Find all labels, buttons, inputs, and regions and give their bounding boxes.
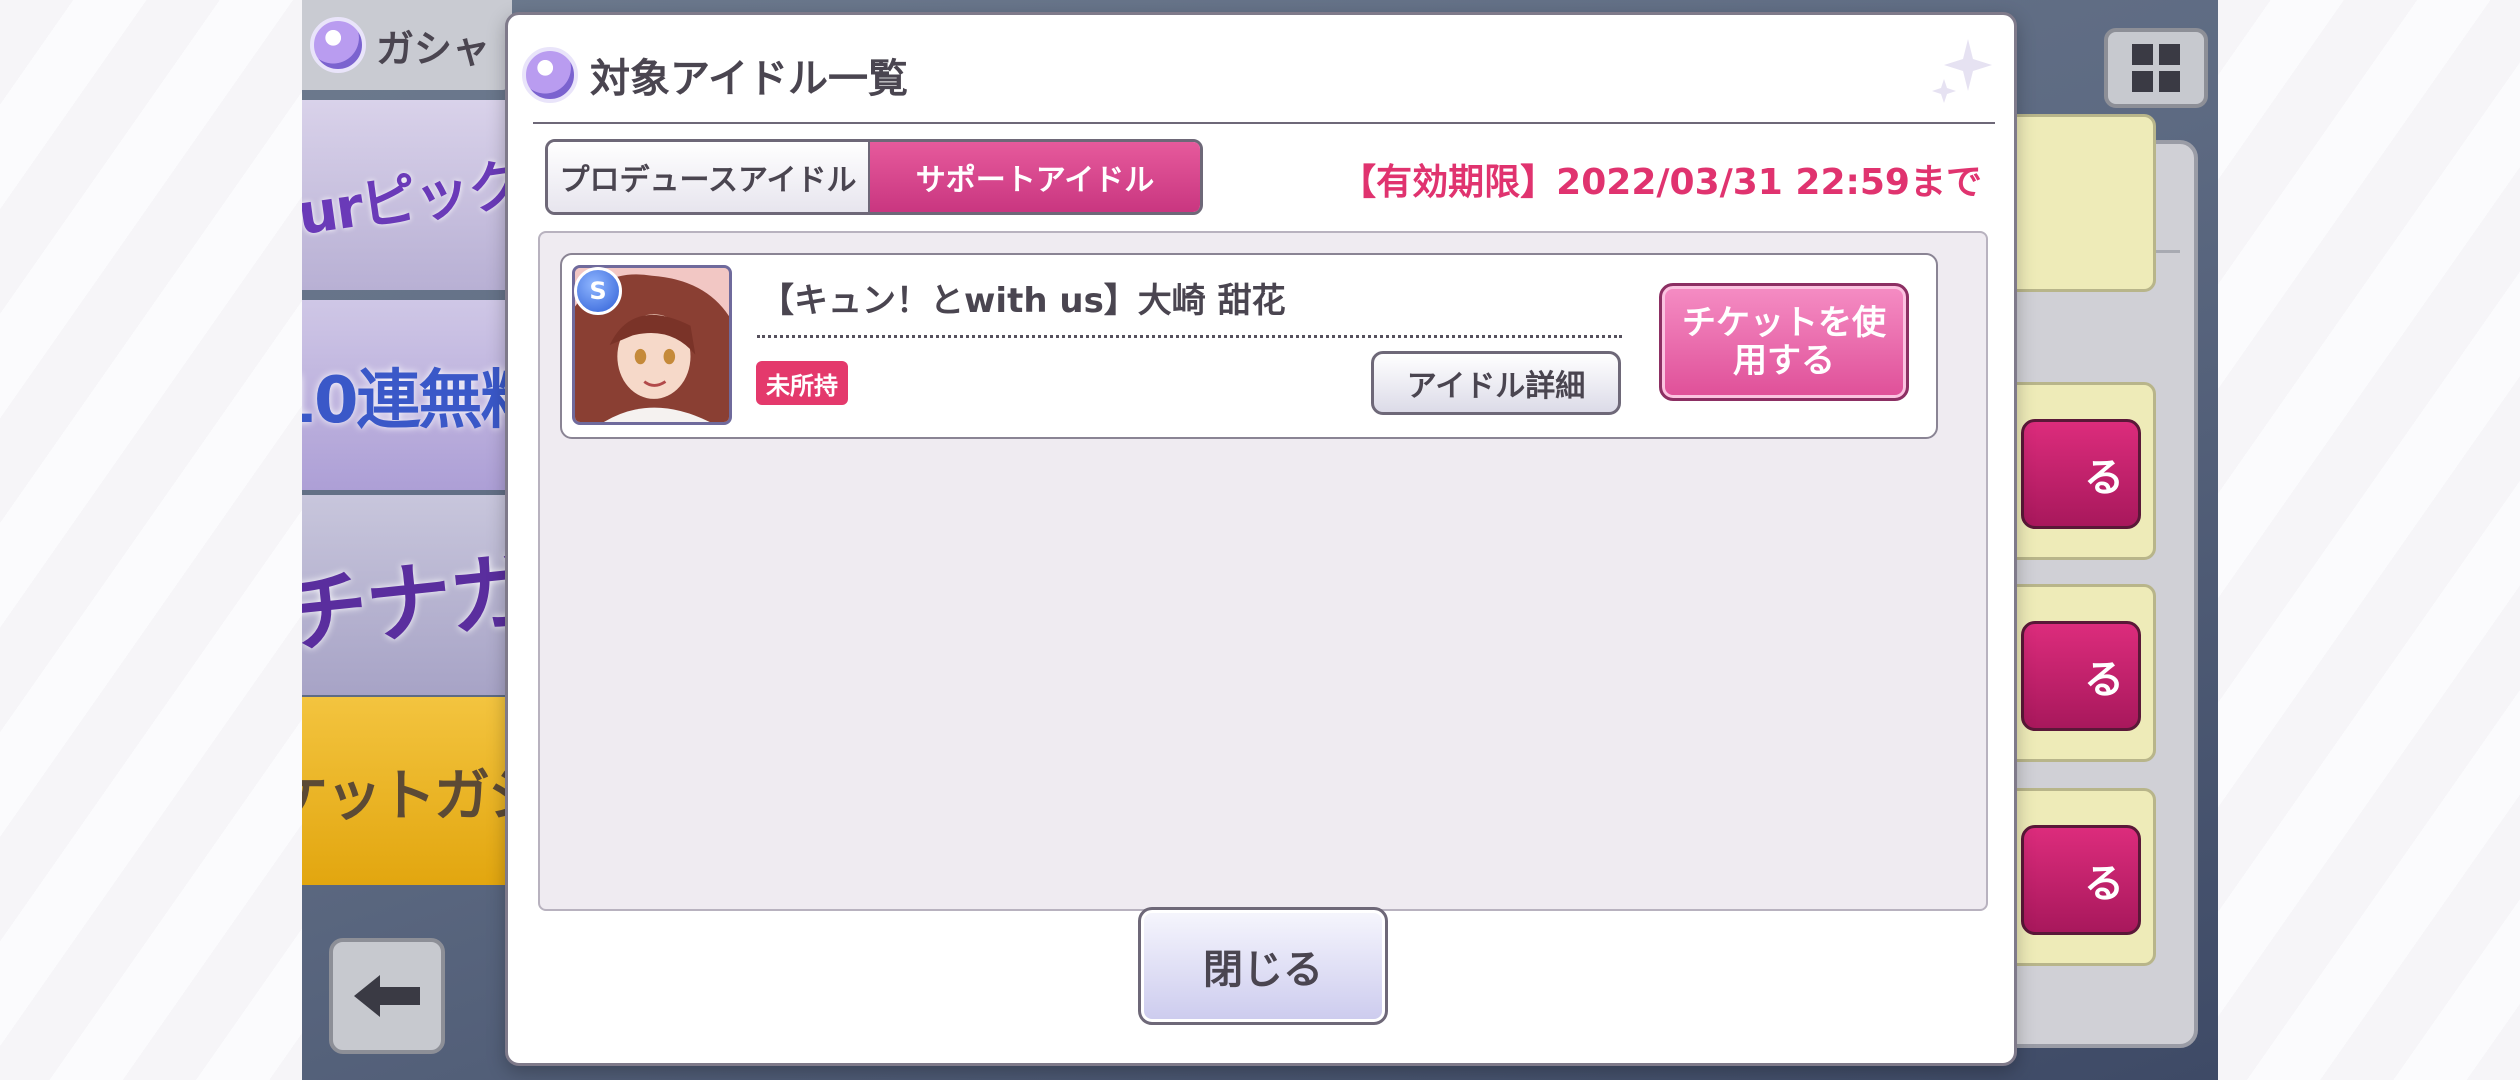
close-button[interactable]: 閉じる: [1138, 907, 1388, 1025]
side-card-button[interactable]: る: [2021, 419, 2141, 529]
menu-grid-button[interactable]: [2104, 28, 2208, 108]
tab-produce-idol[interactable]: プロデュースアイドル: [548, 142, 870, 212]
arrow-left-icon: [354, 975, 420, 1017]
side-card-button[interactable]: る: [2021, 825, 2141, 935]
gacha-banner-platinum[interactable]: プラチナガシャ: [302, 495, 512, 695]
list-item: S 【キュン！とwith us】大崎 甜花 未所持 アイドル詳細 チケットを使用…: [560, 253, 1938, 439]
sparkle-icon: [1932, 39, 1992, 103]
tab-support-idol[interactable]: サポートアイドル: [870, 142, 1200, 212]
back-button[interactable]: [329, 938, 445, 1054]
expiry-date: 【有効期限】2022/03/31 22:59まで: [1340, 162, 1982, 203]
gacha-icon: [310, 17, 366, 73]
use-ticket-button[interactable]: チケットを使用する: [1659, 283, 1909, 401]
target-idol-list-dialog: 対象アイドル一覧 プロデュースアイドル サポートアイドル 【有効期限】2022/…: [505, 12, 2017, 1066]
dialog-header: 対象アイドル一覧: [522, 35, 908, 115]
idol-card-name: 【キュン！とwith us】大崎 甜花: [760, 281, 1286, 321]
banner-text: チケットガシャ: [302, 763, 512, 829]
gacha-banner-pickup[interactable]: FesTourピックアップ: [302, 100, 512, 290]
gacha-header: ガシャ: [302, 0, 512, 90]
side-card-button[interactable]: る: [2021, 621, 2141, 731]
side-card-button-label: る: [2084, 861, 2124, 907]
gacha-banner-ticket[interactable]: チケットガシャ: [302, 697, 512, 885]
title-divider: [533, 122, 1995, 124]
gacha-header-label: ガシャ: [376, 26, 491, 71]
idol-type-tabs: プロデュースアイドル サポートアイドル: [545, 139, 1203, 215]
dotted-divider: [757, 335, 1622, 338]
banner-text: FesTourピックアップ: [302, 129, 512, 271]
banner-text: 10連無料: [302, 364, 512, 438]
side-card-button-label: る: [2084, 657, 2124, 703]
dialog-title: 対象アイドル一覧: [590, 56, 908, 102]
status-badge: 未所持: [756, 361, 848, 405]
rarity-badge: S: [574, 267, 622, 315]
side-card-button-label: る: [2084, 455, 2124, 501]
grid-icon: [2132, 44, 2180, 92]
gacha-icon: [522, 47, 578, 103]
idol-list[interactable]: S 【キュン！とwith us】大崎 甜花 未所持 アイドル詳細 チケットを使用…: [538, 231, 1988, 911]
gacha-banner-free-10[interactable]: 10連無料: [302, 300, 512, 490]
banner-text: プラチナガシャ: [302, 522, 512, 684]
idol-detail-button[interactable]: アイドル詳細: [1371, 351, 1621, 415]
